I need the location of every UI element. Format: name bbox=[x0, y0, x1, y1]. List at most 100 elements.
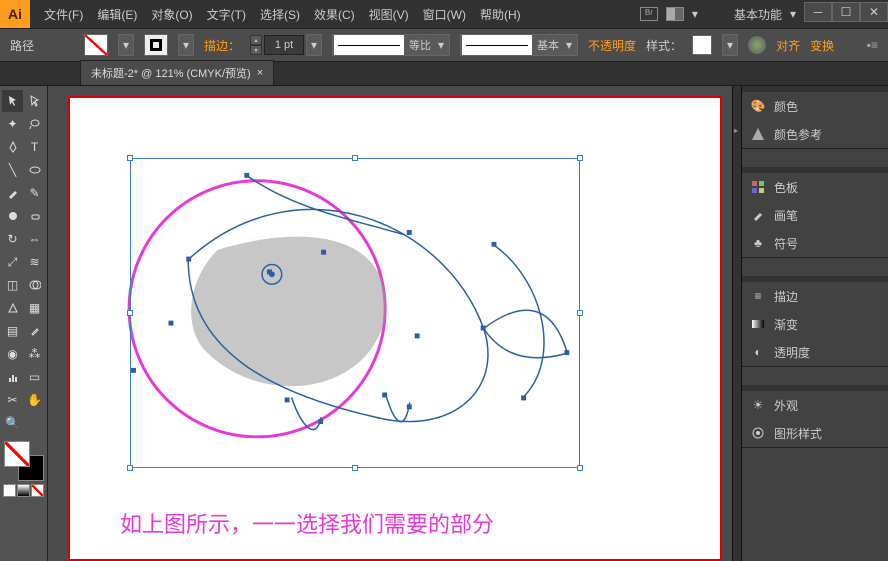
pencil-tool[interactable]: ✎ bbox=[24, 182, 45, 204]
eraser-tool[interactable] bbox=[24, 205, 45, 227]
stroke-up-icon[interactable]: ▴ bbox=[250, 35, 262, 45]
arrange-icon[interactable] bbox=[666, 7, 684, 21]
gradient-icon bbox=[750, 316, 766, 332]
panel-gradient-label: 渐变 bbox=[774, 316, 798, 333]
align-label[interactable]: 对齐 bbox=[776, 37, 800, 54]
panel-stroke[interactable]: ≡描边 bbox=[742, 282, 888, 310]
panel-symbols[interactable]: ♣符号 bbox=[742, 229, 888, 257]
fill-dropdown[interactable]: ▾ bbox=[118, 34, 134, 56]
panel-swatches[interactable]: 色板 bbox=[742, 173, 888, 201]
blend-tool[interactable]: ◉ bbox=[2, 343, 23, 365]
panel-collapse-handle[interactable]: ▸ bbox=[732, 86, 742, 561]
panel-graphic-styles[interactable]: 图形样式 bbox=[742, 419, 888, 447]
shape-builder-tool[interactable] bbox=[24, 274, 45, 296]
fill-swatch[interactable] bbox=[84, 34, 108, 56]
close-button[interactable]: ✕ bbox=[860, 2, 888, 22]
style-swatch[interactable] bbox=[692, 35, 712, 55]
stroke-weight-input[interactable]: ▴ ▾ 1 pt ▾ bbox=[250, 34, 322, 56]
zoom-tool[interactable]: 🔍 bbox=[2, 412, 23, 434]
panel-appearance[interactable]: ☀外观 bbox=[742, 391, 888, 419]
minimize-button[interactable]: ─ bbox=[804, 2, 832, 22]
rotate-tool[interactable]: ↻ bbox=[2, 228, 23, 250]
brush-label: 基本 bbox=[533, 37, 563, 53]
control-menu-icon[interactable]: ▪≡ bbox=[867, 38, 878, 52]
hand-tool[interactable]: ✋ bbox=[24, 389, 45, 411]
stroke-dropdown[interactable]: ▾ bbox=[178, 34, 194, 56]
panel-symbols-label: 符号 bbox=[774, 235, 798, 252]
menu-object[interactable]: 对象(O) bbox=[145, 2, 198, 27]
type-tool[interactable]: T bbox=[24, 136, 45, 158]
color-mode-none[interactable] bbox=[31, 484, 44, 497]
stroke-swatch[interactable] bbox=[144, 34, 168, 56]
menu-select[interactable]: 选择(S) bbox=[254, 2, 306, 27]
menu-edit[interactable]: 编辑(E) bbox=[91, 2, 143, 27]
symbol-sprayer-tool[interactable]: ⁂ bbox=[24, 343, 45, 365]
menu-window[interactable]: 窗口(W) bbox=[417, 2, 472, 27]
fill-stroke-swatches[interactable] bbox=[4, 441, 44, 481]
recolor-icon[interactable] bbox=[748, 36, 766, 54]
menu-view[interactable]: 视图(V) bbox=[363, 2, 415, 27]
bridge-icon[interactable]: Br bbox=[640, 7, 658, 21]
panel-brushes-label: 画笔 bbox=[774, 207, 798, 224]
tools-panel: ✦ T ╲ ✎ ↻⇔ ⤢≋ ◫ ▦ ▤ ◉⁂ ▭ ✂✋ 🔍 bbox=[0, 86, 48, 561]
panel-color[interactable]: 🎨颜色 bbox=[742, 92, 888, 120]
style-arrow[interactable]: ▾ bbox=[722, 34, 738, 56]
panel-graphic-styles-label: 图形样式 bbox=[774, 425, 822, 442]
slice-tool[interactable]: ✂ bbox=[2, 389, 23, 411]
brush-dropdown[interactable]: 基本 ▾ bbox=[460, 34, 578, 56]
ellipse-tool[interactable] bbox=[24, 159, 45, 181]
free-transform-tool[interactable]: ◫ bbox=[2, 274, 23, 296]
selection-tool[interactable] bbox=[2, 90, 23, 112]
palette-icon: 🎨 bbox=[750, 98, 766, 114]
color-mode-gradient[interactable] bbox=[17, 484, 30, 497]
stroke-weight-field[interactable]: 1 pt bbox=[264, 35, 304, 55]
lasso-tool[interactable] bbox=[24, 113, 45, 135]
gradient-tool[interactable]: ▤ bbox=[2, 320, 23, 342]
panel-brushes[interactable]: 画笔 bbox=[742, 201, 888, 229]
menubar: 文件(F) 编辑(E) 对象(O) 文字(T) 选择(S) 效果(C) 视图(V… bbox=[30, 2, 640, 27]
color-mode-solid[interactable] bbox=[3, 484, 16, 497]
panel-transparency[interactable]: ◐透明度 bbox=[742, 338, 888, 366]
menu-help[interactable]: 帮助(H) bbox=[474, 2, 527, 27]
maximize-button[interactable]: ☐ bbox=[832, 2, 860, 22]
menu-effect[interactable]: 效果(C) bbox=[308, 2, 361, 27]
stroke-weight-arrow[interactable]: ▾ bbox=[306, 34, 322, 56]
tab-close-icon[interactable]: × bbox=[257, 67, 263, 79]
profile-dropdown[interactable]: 等比 ▾ bbox=[332, 34, 450, 56]
eyedropper-tool[interactable] bbox=[24, 320, 45, 342]
column-graph-tool[interactable] bbox=[2, 366, 23, 388]
perspective-tool[interactable] bbox=[2, 297, 23, 319]
width-tool[interactable]: ≋ bbox=[24, 251, 45, 273]
swatches-icon bbox=[750, 179, 766, 195]
panel-gradient[interactable]: 渐变 bbox=[742, 310, 888, 338]
workspace-switcher[interactable]: 基本功能 bbox=[734, 6, 782, 23]
fill-color-swatch[interactable] bbox=[4, 441, 30, 467]
menu-type[interactable]: 文字(T) bbox=[201, 2, 252, 27]
canvas[interactable]: 如上图所示，一一选择我们需要的部分 bbox=[48, 86, 732, 561]
panel-appearance-label: 外观 bbox=[774, 397, 798, 414]
window-controls: ─ ☐ ✕ bbox=[804, 6, 888, 22]
menu-file[interactable]: 文件(F) bbox=[38, 2, 89, 27]
artboard-tool[interactable]: ▭ bbox=[24, 366, 45, 388]
direct-selection-tool[interactable] bbox=[24, 90, 45, 112]
magic-wand-tool[interactable]: ✦ bbox=[2, 113, 23, 135]
stroke-down-icon[interactable]: ▾ bbox=[250, 45, 262, 55]
paintbrush-tool[interactable] bbox=[2, 182, 23, 204]
reflect-tool[interactable]: ⇔ bbox=[24, 228, 45, 250]
panel-color-guide[interactable]: 颜色参考 bbox=[742, 120, 888, 148]
pen-tool[interactable] bbox=[2, 136, 23, 158]
scale-tool[interactable]: ⤢ bbox=[2, 251, 23, 273]
opacity-label[interactable]: 不透明度 bbox=[588, 37, 636, 54]
mesh-tool[interactable]: ▦ bbox=[24, 297, 45, 319]
document-tab[interactable]: 未标题-2* @ 121% (CMYK/预览) × bbox=[80, 60, 274, 85]
transparency-icon: ◐ bbox=[750, 344, 766, 360]
screen-mode-icon[interactable]: ▾ bbox=[692, 7, 698, 21]
artboard[interactable]: 如上图所示，一一选择我们需要的部分 bbox=[68, 96, 722, 561]
transform-label[interactable]: 变换 bbox=[810, 37, 834, 54]
canvas-caption: 如上图所示，一一选择我们需要的部分 bbox=[120, 507, 494, 539]
workspace-arrow-icon[interactable]: ▾ bbox=[790, 7, 796, 21]
blob-brush-tool[interactable] bbox=[2, 205, 23, 227]
stroke-label[interactable]: 描边： bbox=[204, 37, 240, 54]
line-tool[interactable]: ╲ bbox=[2, 159, 23, 181]
selection-bounds[interactable] bbox=[130, 158, 580, 468]
